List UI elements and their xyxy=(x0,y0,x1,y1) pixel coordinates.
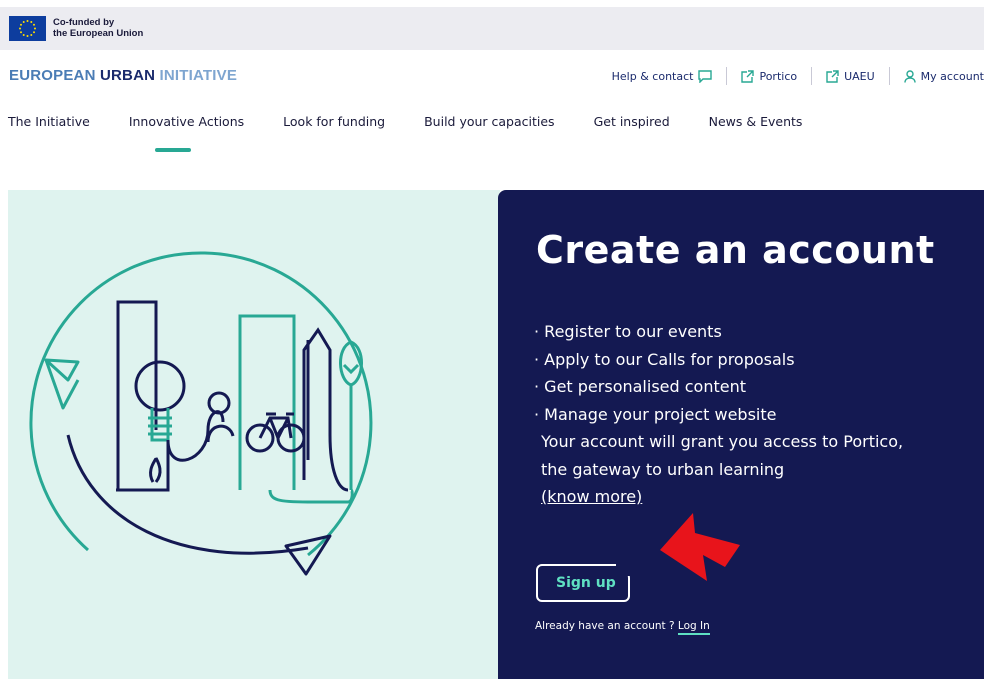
sign-up-button-notch xyxy=(616,564,632,576)
external-link-icon xyxy=(826,69,839,83)
eu-funding-line1: Co-funded by xyxy=(53,17,115,28)
logo-word-urban: URBAN xyxy=(99,67,160,84)
main-nav: The Initiative Innovative Actions Look f… xyxy=(0,114,833,129)
benefit-item: · Manage your project website xyxy=(534,404,777,424)
create-account-panel: Create an account · Register to our even… xyxy=(498,190,984,679)
eu-funding-bar: Co-funded by the European Union xyxy=(0,7,984,50)
portico-label: Portico xyxy=(759,69,798,83)
help-contact-label: Help & contact xyxy=(611,69,694,83)
nav-item-build-your-capacities[interactable]: Build your capacities xyxy=(424,114,554,129)
already-have-account: Already have an account ? Log In xyxy=(535,620,710,635)
account-benefits-list: · Register to our events · Apply to our … xyxy=(534,318,903,511)
red-annotation-arrow-icon xyxy=(660,513,740,581)
log-in-link[interactable]: Log In xyxy=(677,620,710,635)
my-account-label: My account xyxy=(920,69,984,83)
portico-link[interactable]: Portico xyxy=(727,70,811,83)
chat-icon xyxy=(698,69,713,83)
help-contact-link[interactable]: Help & contact xyxy=(598,70,727,83)
nav-active-indicator xyxy=(155,148,191,152)
uaeu-link[interactable]: UAEU xyxy=(812,70,889,83)
user-icon xyxy=(903,69,916,83)
benefit-item: · Get personalised content xyxy=(534,377,746,396)
eu-flag-icon xyxy=(9,16,46,41)
already-have-account-text: Already have an account ? xyxy=(535,620,678,632)
nav-item-innovative-actions[interactable]: Innovative Actions xyxy=(129,114,244,129)
nav-item-the-initiative[interactable]: The Initiative xyxy=(8,114,90,129)
eu-funding-line2: the European Union xyxy=(53,28,144,39)
logo-word-european: EUROPEAN xyxy=(9,67,100,84)
portico-description-line1: Your account will grant you access to Po… xyxy=(541,432,904,451)
hero-illustration-panel xyxy=(8,190,500,679)
portico-description-line2: the gateway to urban learning xyxy=(541,459,785,479)
sign-up-label: Sign up xyxy=(556,575,616,591)
external-link-icon xyxy=(741,69,755,83)
eu-funding-text: Co-funded by the European Union xyxy=(53,17,143,39)
nav-item-get-inspired[interactable]: Get inspired xyxy=(594,114,670,129)
urban-cycle-illustration xyxy=(29,251,373,576)
site-logo[interactable]: EUROPEAN URBAN INITIATIVE xyxy=(9,67,237,84)
nav-item-news-events[interactable]: News & Events xyxy=(709,114,803,129)
benefit-item: · Register to our events xyxy=(534,322,722,341)
my-account-link[interactable]: My account xyxy=(890,70,984,83)
utility-nav: Help & contact Portico UAEU My account xyxy=(598,66,984,86)
create-account-title: Create an account xyxy=(536,228,935,272)
uaeu-label: UAEU xyxy=(844,69,875,83)
nav-item-look-for-funding[interactable]: Look for funding xyxy=(283,114,385,129)
logo-word-initiative: INITIATIVE xyxy=(159,67,238,84)
benefit-item: · Apply to our Calls for proposals xyxy=(534,349,795,369)
